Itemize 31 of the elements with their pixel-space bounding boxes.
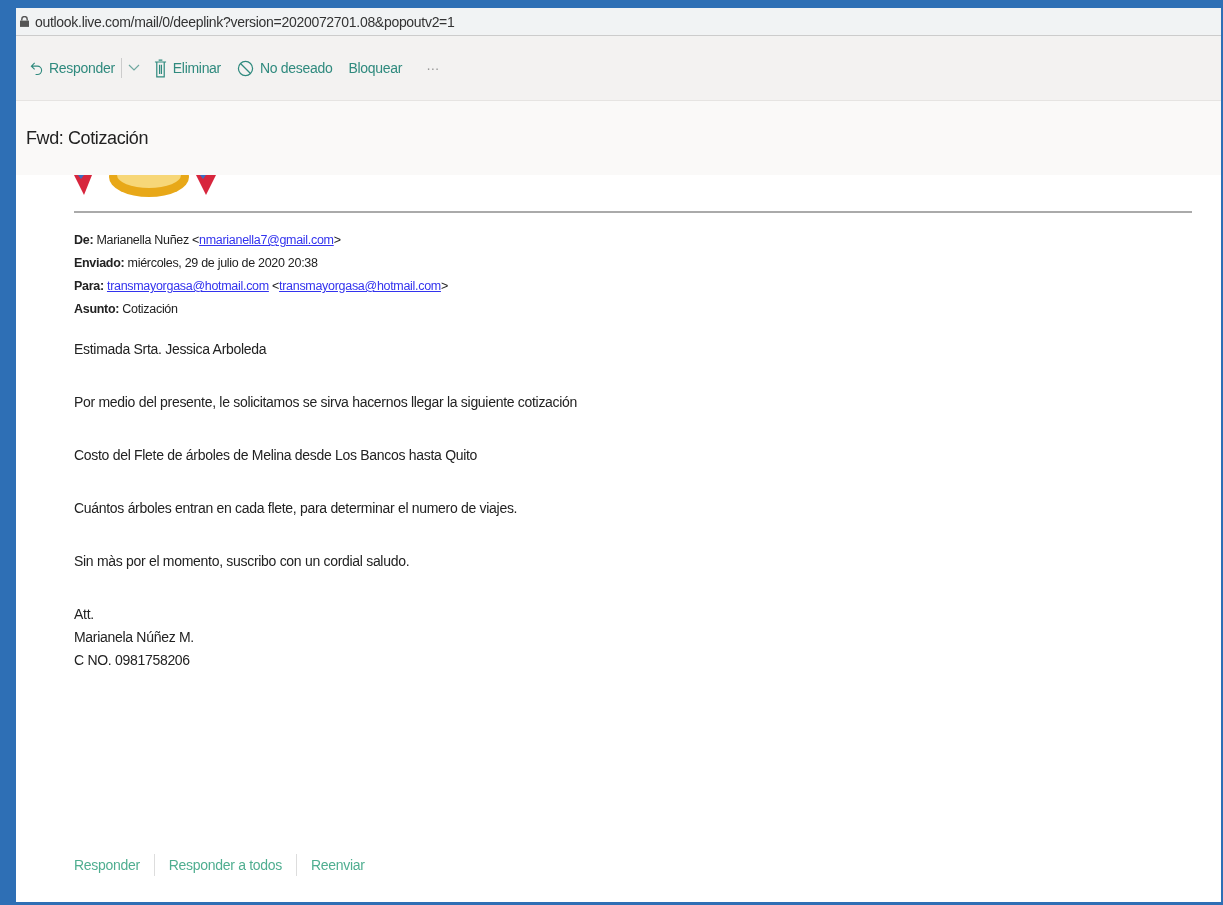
- signature-line: Marianela Núñez M.: [74, 629, 194, 645]
- url-text: outlook.live.com/mail/0/deeplink?version=2020072701.08&popoutv2=1: [35, 13, 455, 30]
- header-line: Asunto: Cotización: [74, 302, 178, 316]
- forward-button[interactable]: Reenviar: [297, 855, 379, 875]
- lock-icon: [20, 16, 29, 27]
- email-link[interactable]: transmayorgasa@hotmail.com: [106, 279, 269, 293]
- address-bar[interactable]: outlook.live.com/mail/0/deeplink?version=2020072701.08&popoutv2=1: [16, 8, 1221, 36]
- body-paragraph: Por medio del presente, le solicitamos se sirva hacernos llegar la siguiente cotización: [74, 394, 578, 410]
- body-paragraph: Costo del Flete de árboles de Melina desde Los Bancos hasta Quito: [74, 447, 478, 463]
- body-paragraph: Sin màs por el momento, suscribo con un cordial saludo.: [74, 553, 410, 569]
- reply-button[interactable]: Responder: [24, 56, 121, 80]
- reply-icon: [30, 60, 43, 76]
- signature-line: C NO. 0981758206: [74, 652, 190, 668]
- header-line: Enviado: miércoles, 29 de julio de 2020 20:38: [74, 256, 318, 270]
- trash-icon: [153, 58, 167, 78]
- reply-all-button[interactable]: Responder a todos: [154, 855, 296, 875]
- block-icon: [236, 59, 254, 77]
- more-button[interactable]: ···: [420, 56, 446, 80]
- reply-button[interactable]: Responder: [74, 855, 154, 875]
- body-paragraph: Estimada Srta. Jessica Arboleda: [74, 341, 267, 357]
- block-button[interactable]: Bloquear: [342, 56, 409, 80]
- delete-button[interactable]: Eliminar: [147, 54, 227, 82]
- caret-icon: [127, 64, 140, 72]
- message-subject: Fwd: Cotización: [26, 127, 149, 149]
- signature-line: Att.: [74, 606, 94, 622]
- header-line: De: Marianella Nuñez <nmarianella7@gmail.com>: [74, 233, 341, 247]
- junk-button[interactable]: No deseado: [230, 55, 339, 81]
- body-paragraph: Cuántos árboles entran en cada flete, para determinar el numero de viajes.: [74, 500, 518, 516]
- header-line: Para: transmayorgasa@hotmail.com <transmayorgasa@hotmail.com>: [74, 279, 448, 293]
- email-link[interactable]: nmarianella7@gmail.com: [199, 233, 334, 247]
- email-link[interactable]: transmayorgasa@hotmail.com: [279, 279, 441, 293]
